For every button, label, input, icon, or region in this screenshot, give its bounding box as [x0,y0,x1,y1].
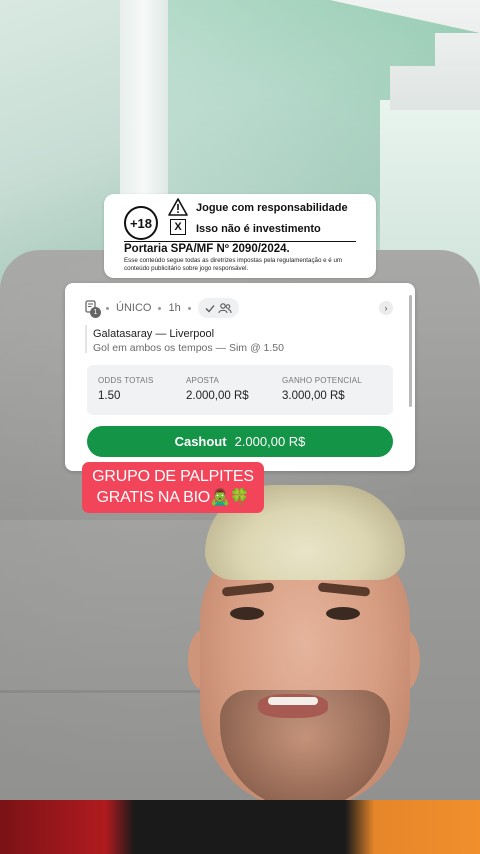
cashout-amount: 2.000,00 R$ [234,434,306,449]
age-18-badge: +18 [124,206,158,240]
ticket-count-badge: 1 [90,307,101,318]
bet-selection: Gol em ambos os tempos — Sim @ 1.50 [93,342,284,354]
notice-investment-text: Isso não é investimento [196,223,321,235]
warning-icon [168,198,188,216]
users-icon [218,302,232,313]
bet-slip-card: 1 ÚNICO 1h › Galatasaray — Liverpool Gol… [65,283,415,471]
notice-portaria: Portaria SPA/MF Nº 2090/2024. [124,243,290,255]
notice-responsibility-text: Jogue com responsabilidade [196,202,348,214]
payout-label: GANHO POTENCIAL [282,376,362,385]
separator-dot [158,306,162,310]
payout-stat: GANHO POTENCIAL 3.000,00 R$ [282,376,362,402]
stake-stat: APOSTA 2.000,00 R$ [186,376,249,402]
chevron-right-icon[interactable]: › [379,301,393,315]
match-name: Galatasaray — Liverpool [93,328,215,340]
responsible-gaming-notice: +18 X Jogue com responsabilidade Isso nã… [104,194,376,278]
notice-fine-print: Esse conteúdo segue todas as diretrizes … [124,257,343,272]
video-caption: GRUPO DE PALPITES GRATIS NA BIO🧟‍♂️🍀 [82,462,264,513]
cashout-label: Cashout [174,434,227,449]
notice-divider [124,241,356,242]
caption-line-2: GRATIS NA BIO🧟‍♂️🍀 [96,489,250,506]
bet-header: 1 ÚNICO 1h [85,297,239,319]
person-teeth [268,697,318,705]
bet-type-label: ÚNICO [116,302,152,314]
person-shirt [0,800,480,854]
bet-time-label: 1h [168,302,181,314]
payout-value: 3.000,00 R$ [282,390,345,402]
person-eye-left [230,607,264,620]
card-scrollbar[interactable] [409,295,412,407]
bet-stats-panel: ODDS TOTAIS 1.50 APOSTA 2.000,00 R$ GANH… [87,365,393,415]
not-investment-icon: X [170,219,186,235]
person-eye-right [326,607,360,620]
check-icon [205,304,215,312]
stake-value: 2.000,00 R$ [186,390,249,402]
separator-dot [106,306,109,310]
odds-label: ODDS TOTAIS [98,376,154,385]
ticket-icon: 1 [85,300,101,318]
odds-stat: ODDS TOTAIS 1.50 [98,376,154,402]
stake-label: APOSTA [186,376,220,385]
separator-dot [187,306,191,310]
status-pill [197,298,239,318]
cashout-button[interactable]: Cashout 2.000,00 R$ [87,426,393,457]
caption-line-1: GRUPO DE PALPITES [92,468,254,485]
selection-accent-line [85,325,87,353]
odds-value: 1.50 [98,390,121,402]
